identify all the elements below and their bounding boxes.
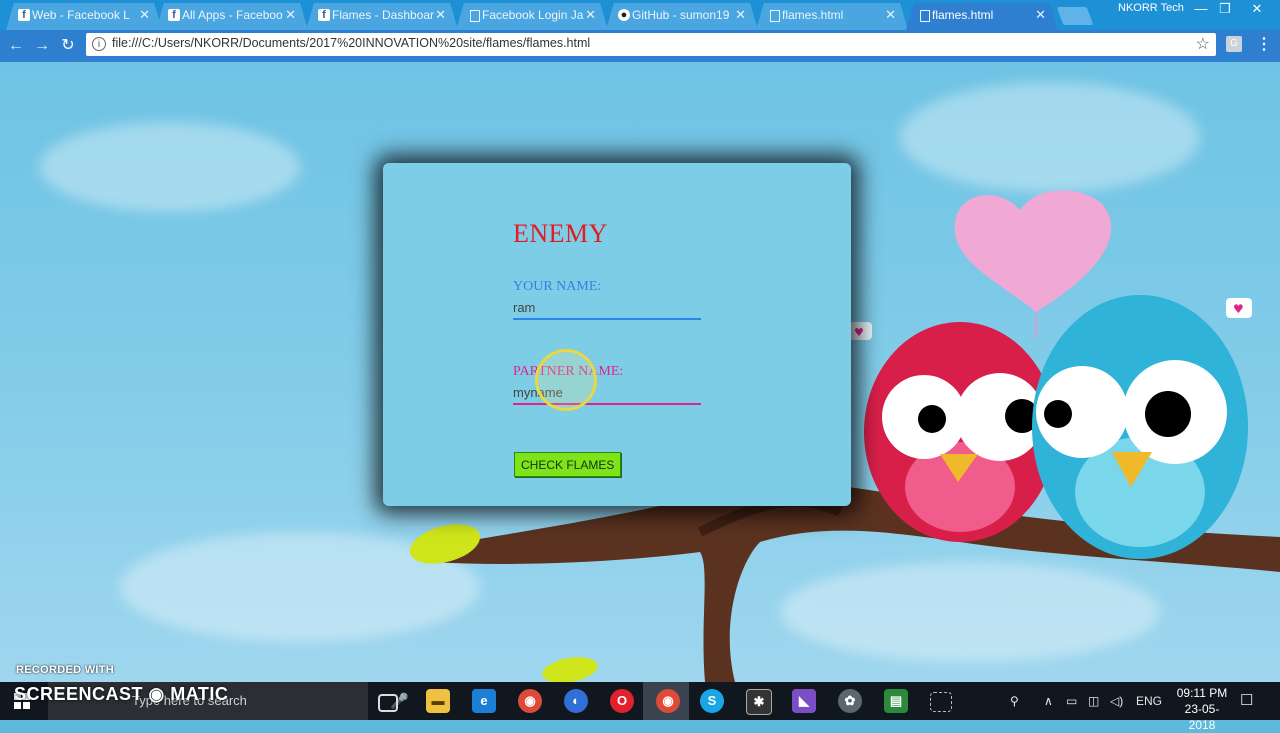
- screencast-brand-suffix: MATIC: [170, 684, 229, 704]
- file-explorer-icon[interactable]: ▬: [426, 689, 450, 713]
- screencast-brand-prefix: SCREENCAST: [14, 684, 144, 704]
- tab-title: GitHub - sumon19: [632, 8, 730, 22]
- close-window-icon[interactable]: ✕: [1242, 0, 1272, 20]
- chrome-icon[interactable]: ◉: [518, 689, 542, 713]
- tab-title: Web - Facebook L: [32, 8, 130, 22]
- new-tab-button[interactable]: [1056, 7, 1094, 25]
- flames-card: ENEMY YOUR NAME: PARTNER NAME: CHECK FLA…: [383, 163, 851, 506]
- recording-label: RECORDED WITH: [16, 664, 115, 676]
- browser-menu-icon[interactable]: ⋮: [1256, 34, 1272, 54]
- facebook-icon: f: [318, 9, 330, 21]
- network-icon[interactable]: ◫: [1088, 694, 1099, 708]
- browser-tab-active[interactable]: flames.html ✕: [906, 3, 1058, 30]
- tab-title: Facebook Login Ja: [482, 8, 584, 22]
- blue-bird-pupil-shape: [1145, 391, 1191, 437]
- browser-tab[interactable]: f Flames - Dashboar ✕: [306, 3, 458, 30]
- tab-title: flames.html: [782, 8, 844, 22]
- browser-tab[interactable]: f Web - Facebook L ✕: [6, 3, 162, 30]
- document-icon: [470, 10, 480, 22]
- browser-tab[interactable]: Facebook Login Ja ✕: [456, 3, 608, 30]
- tab-title: flames.html: [932, 8, 994, 22]
- tab-close-icon[interactable]: ✕: [585, 3, 596, 27]
- tab-close-icon[interactable]: ✕: [435, 3, 446, 27]
- firefox-icon[interactable]: ◐: [564, 689, 588, 713]
- app-icon[interactable]: ✱: [746, 689, 772, 715]
- reload-icon[interactable]: ↻: [58, 36, 78, 56]
- document-icon: [770, 10, 780, 22]
- tab-close-icon[interactable]: ✕: [735, 3, 746, 27]
- browser-tab[interactable]: flames.html ✕: [756, 3, 908, 30]
- task-view-icon[interactable]: [378, 694, 398, 712]
- document-icon: [920, 10, 930, 22]
- flames-result: ENEMY: [513, 219, 608, 248]
- visual-studio-icon[interactable]: ◣: [792, 689, 816, 713]
- browser-tab-strip: f Web - Facebook L ✕ f All Apps - Facebo…: [0, 0, 1280, 30]
- back-icon[interactable]: ←: [6, 36, 26, 56]
- spreadsheet-icon[interactable]: ▤: [884, 689, 908, 713]
- app-icon[interactable]: ✿: [838, 689, 862, 713]
- notification-center-icon[interactable]: ☐: [1240, 691, 1253, 709]
- blue-bird-pupil-shape: [1044, 400, 1072, 428]
- heart-icon: ♥: [1233, 302, 1244, 316]
- screencast-brand: SCREENCAST ◉ MATIC: [14, 684, 229, 704]
- tab-close-icon[interactable]: ✕: [139, 3, 150, 27]
- bookmark-star-icon[interactable]: ☆: [1196, 34, 1210, 54]
- browser-tab[interactable]: ● GitHub - sumon19 ✕: [606, 3, 758, 30]
- clock-date: 23-05-2018: [1184, 702, 1220, 732]
- heart-icon: ♥: [854, 326, 864, 339]
- skype-icon[interactable]: S: [700, 689, 724, 713]
- heart-balloon-shape: [954, 190, 1112, 312]
- clock-time: 09:11 PM: [1176, 686, 1228, 700]
- tray-chevron-icon[interactable]: ∧: [1044, 694, 1053, 708]
- check-flames-button[interactable]: CHECK FLAMES: [514, 452, 622, 477]
- restore-icon[interactable]: ❐: [1210, 0, 1240, 20]
- extension-icon[interactable]: G: [1226, 36, 1242, 52]
- address-bar[interactable]: i file:///C:/Users/NKORR/Documents/2017%…: [86, 33, 1216, 56]
- page-background: ♥ ♥ ENEMY YOUR NAME: PARTNER NAME: CHECK…: [0, 62, 1280, 682]
- facebook-icon: f: [168, 9, 180, 21]
- tab-close-icon[interactable]: ✕: [885, 3, 896, 27]
- snipping-tool-icon[interactable]: [930, 692, 952, 712]
- browser-tab[interactable]: f All Apps - Faceboo ✕: [156, 3, 308, 30]
- leaf-shape: [542, 657, 598, 682]
- forward-icon[interactable]: →: [32, 36, 52, 56]
- taskbar-clock[interactable]: 09:11 PM 23-05-2018: [1174, 685, 1230, 733]
- volume-icon[interactable]: ◁): [1110, 694, 1123, 708]
- input-language[interactable]: ENG: [1136, 694, 1162, 708]
- your-name-input[interactable]: [513, 296, 701, 320]
- tab-title: All Apps - Faceboo: [182, 8, 283, 22]
- edge-browser-icon[interactable]: e: [472, 689, 496, 713]
- chrome-icon[interactable]: ◉: [656, 689, 680, 713]
- tab-close-icon[interactable]: ✕: [1035, 3, 1046, 27]
- your-name-label: YOUR NAME:: [513, 279, 602, 294]
- tab-close-icon[interactable]: ✕: [285, 3, 296, 27]
- people-icon[interactable]: ⚲: [1010, 694, 1019, 708]
- red-bird-pupil-shape: [918, 405, 946, 433]
- window-profile-label: NKORR Tech: [1118, 2, 1184, 14]
- facebook-icon: f: [18, 9, 30, 21]
- address-url[interactable]: file:///C:/Users/NKORR/Documents/2017%20…: [112, 36, 590, 50]
- mouse-highlight-ring: [535, 349, 597, 411]
- tab-title: Flames - Dashboar: [332, 8, 435, 22]
- info-icon[interactable]: i: [92, 37, 106, 51]
- opera-icon[interactable]: O: [610, 689, 634, 713]
- github-icon: ●: [618, 9, 630, 21]
- battery-icon[interactable]: ▭: [1066, 694, 1077, 708]
